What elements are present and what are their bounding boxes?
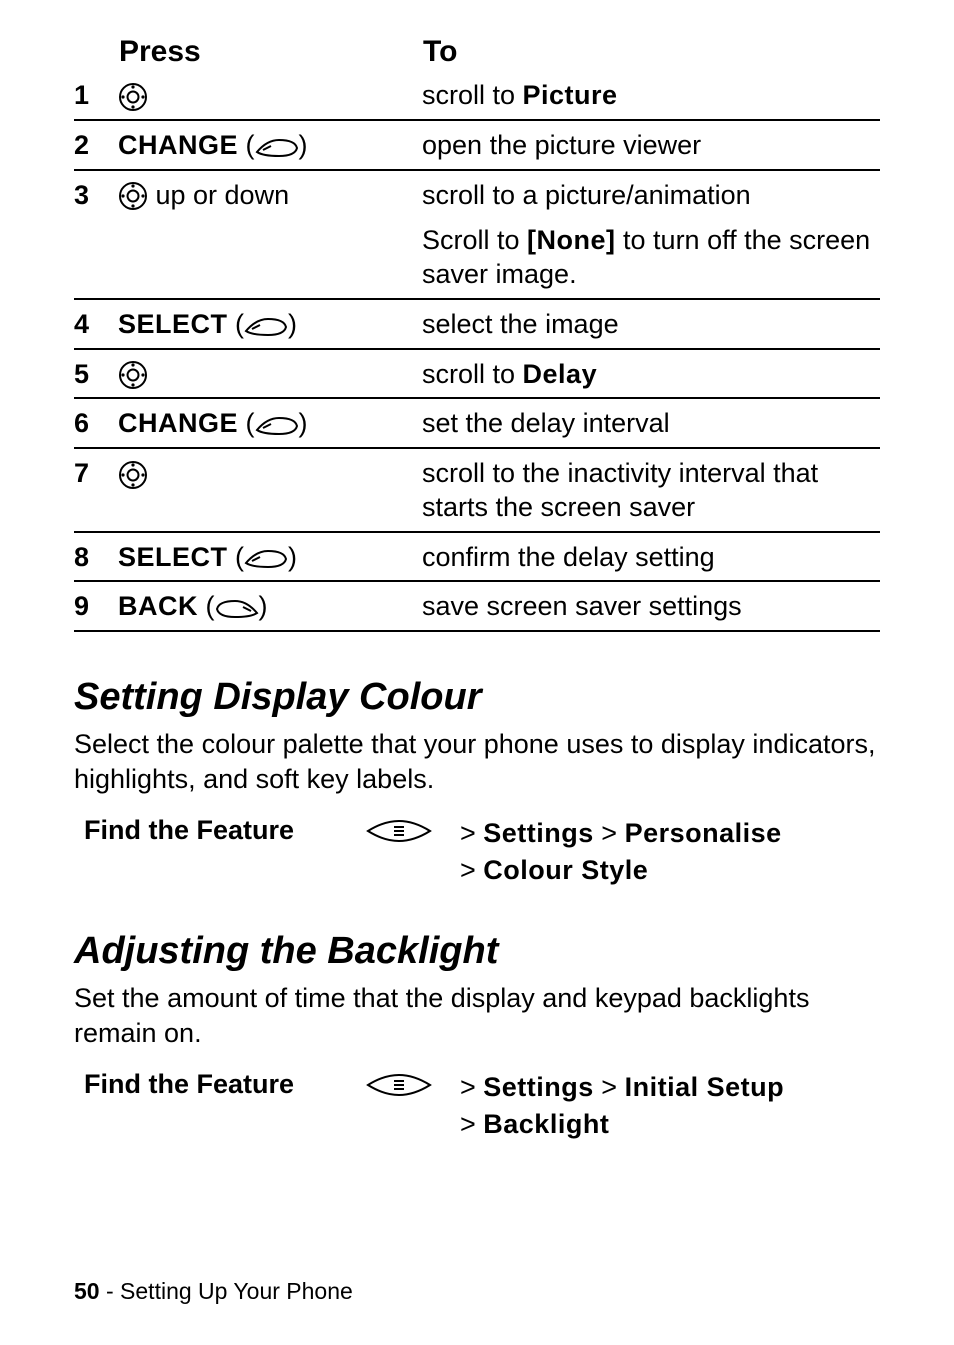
nav-key-icon	[118, 82, 148, 112]
section-title-colour: Setting Display Colour	[74, 676, 880, 719]
paren-open: (	[206, 591, 215, 621]
step-number: 9	[74, 584, 118, 631]
table-row: 6 CHANGE ( ) set the delay interval	[74, 401, 880, 448]
note-text: Scroll to	[422, 225, 527, 255]
nav-key-icon	[118, 181, 148, 211]
path-separator: >	[460, 1072, 483, 1102]
paren-open: (	[235, 309, 244, 339]
right-softkey-icon	[255, 136, 299, 158]
table-row: Scroll to [None] to turn off the screen …	[74, 218, 880, 299]
step-number: 5	[74, 352, 118, 399]
menu-item-picture: Picture	[523, 80, 618, 110]
instruction-table: Press To 1 scroll to Picture 2 CHANGE ( …	[74, 34, 880, 634]
paren-close: )	[288, 309, 297, 339]
table-row: 7 scroll to the inactivity interval that…	[74, 451, 880, 532]
menu-path-colour: > Settings > Personalise > Colour Style	[460, 815, 782, 888]
step-number: 8	[74, 535, 118, 582]
step-number: 1	[74, 73, 118, 120]
find-the-feature-backlight: Find the Feature > Settings > Initial Se…	[84, 1069, 880, 1142]
path-separator: >	[460, 818, 483, 848]
step-action: scroll to the inactivity interval that s…	[422, 451, 880, 532]
step-action: select the image	[422, 302, 880, 349]
col-header-press: Press	[118, 34, 422, 73]
path-separator: >	[460, 855, 483, 885]
step-action: scroll to a picture/animation	[422, 173, 880, 219]
menu-key-icon	[364, 1071, 434, 1099]
path-separator: >	[594, 818, 625, 848]
step-action: set the delay interval	[422, 401, 880, 448]
menu-key-icon	[364, 817, 434, 845]
softkey-label-change: CHANGE	[118, 408, 238, 438]
section-title-backlight: Adjusting the Backlight	[74, 930, 880, 973]
path-separator: >	[594, 1072, 625, 1102]
find-the-feature-colour: Find the Feature > Settings > Personalis…	[84, 815, 880, 888]
paren-open: (	[246, 408, 255, 438]
step-action: save screen saver settings	[422, 584, 880, 631]
section-backlight-description: Set the amount of time that the display …	[74, 981, 880, 1051]
find-the-feature-label: Find the Feature	[84, 815, 364, 846]
menu-item-none: [None]	[527, 225, 615, 255]
find-the-feature-label: Find the Feature	[84, 1069, 364, 1100]
right-softkey-icon	[255, 414, 299, 436]
step-action: scroll to	[422, 80, 523, 110]
paren-close: )	[299, 130, 308, 160]
softkey-label-change: CHANGE	[118, 130, 238, 160]
paren-close: )	[259, 591, 268, 621]
menu-item-colour-style: Colour Style	[483, 855, 648, 885]
step-number: 2	[74, 123, 118, 170]
softkey-label-select: SELECT	[118, 542, 228, 572]
left-softkey-icon	[215, 597, 259, 619]
right-softkey-icon	[244, 315, 288, 337]
step-number: 7	[74, 451, 118, 532]
step-number: 4	[74, 302, 118, 349]
table-row: 9 BACK ( ) save screen saver settings	[74, 584, 880, 631]
softkey-label-select: SELECT	[118, 309, 228, 339]
step-action: scroll to	[422, 359, 523, 389]
menu-item-settings: Settings	[483, 1072, 594, 1102]
table-row: 1 scroll to Picture	[74, 73, 880, 120]
paren-close: )	[288, 542, 297, 572]
menu-item-settings: Settings	[483, 818, 594, 848]
softkey-label-back: BACK	[118, 591, 198, 621]
page-footer: 50 - Setting Up Your Phone	[74, 1278, 353, 1305]
menu-item-backlight: Backlight	[483, 1109, 609, 1139]
table-row: 2 CHANGE ( ) open the picture viewer	[74, 123, 880, 170]
paren-open: (	[235, 542, 244, 572]
footer-separator: -	[100, 1278, 120, 1304]
table-row: 4 SELECT ( ) select the image	[74, 302, 880, 349]
menu-item-initial-setup: Initial Setup	[625, 1072, 785, 1102]
nav-key-icon	[118, 360, 148, 390]
step-number: 6	[74, 401, 118, 448]
table-row: 5 scroll to Delay	[74, 352, 880, 399]
menu-item-personalise: Personalise	[625, 818, 782, 848]
col-header-to: To	[422, 34, 880, 73]
path-separator: >	[460, 1109, 483, 1139]
section-colour-description: Select the colour palette that your phon…	[74, 727, 880, 797]
nav-key-icon	[118, 460, 148, 490]
right-softkey-icon	[244, 547, 288, 569]
page-number: 50	[74, 1278, 100, 1304]
footer-section-name: Setting Up Your Phone	[120, 1278, 353, 1304]
step-action: confirm the delay setting	[422, 535, 880, 582]
nav-direction-text: up or down	[148, 180, 289, 210]
paren-close: )	[299, 408, 308, 438]
paren-open: (	[246, 130, 255, 160]
step-action: open the picture viewer	[422, 123, 880, 170]
table-row: 3 up or down scroll to a picture/animati…	[74, 173, 880, 219]
menu-item-delay: Delay	[523, 359, 598, 389]
menu-path-backlight: > Settings > Initial Setup > Backlight	[460, 1069, 880, 1142]
table-row: 8 SELECT ( ) confirm the delay setting	[74, 535, 880, 582]
step-number: 3	[74, 173, 118, 219]
